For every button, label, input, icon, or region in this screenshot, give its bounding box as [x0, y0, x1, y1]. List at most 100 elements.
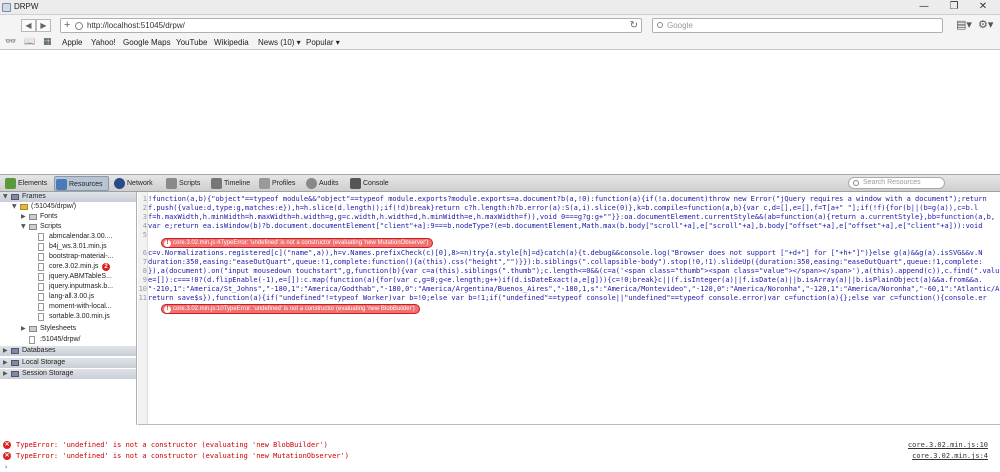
tree-item-label: :51045/drpw/	[40, 336, 81, 343]
line-number: 2	[142, 204, 147, 212]
tree-row[interactable]: ▼ (:51045/drpw/)	[0, 202, 136, 212]
line-number: 1	[142, 195, 147, 203]
minimize-button[interactable]: —	[909, 1, 939, 14]
tree-row[interactable]: ▶ Session Storage	[0, 369, 136, 379]
bookmark-news[interactable]: News (10) ▾	[258, 38, 301, 47]
source-link[interactable]: core.3.02.min.js:4	[912, 451, 988, 461]
reading-list-icon[interactable]: 👓	[5, 37, 16, 47]
tab-elements[interactable]: Elements	[4, 176, 50, 191]
search-resources-placeholder[interactable]: Search Resources	[863, 179, 921, 186]
address-text[interactable]: http://localhost:51045/drpw/	[87, 21, 185, 30]
scripts-icon	[166, 178, 177, 189]
bookmark-google-maps[interactable]: Google Maps	[123, 38, 171, 47]
search-field[interactable]: Google	[652, 18, 943, 33]
line-number: 11	[138, 294, 147, 302]
error-count-badge: 2	[102, 263, 110, 271]
search-resources-field[interactable]: Search Resources	[848, 177, 945, 189]
bookmark-yahoo[interactable]: Yahoo!	[91, 38, 116, 47]
tree-row[interactable]: b4j_ws.3.01.min.js	[0, 242, 136, 252]
bookmark-youtube[interactable]: YouTube	[176, 38, 207, 47]
app-icon	[2, 3, 11, 12]
tree-row[interactable]: abmcalendar.3.00....	[0, 232, 136, 242]
forward-button[interactable]: ▶	[36, 19, 51, 32]
close-button[interactable]: ✕	[968, 1, 998, 14]
tab-console[interactable]: Console	[349, 176, 393, 191]
folder-icon	[29, 214, 37, 220]
tree-item-label: sortable.3.00.min.js	[49, 313, 110, 320]
tab-profiles[interactable]: Profiles	[258, 176, 298, 191]
disclosure-triangle-icon[interactable]: ▼	[3, 192, 8, 202]
tree-row[interactable]: bootstrap-material-...	[0, 252, 136, 262]
tree-row[interactable]: ▶ Fonts	[0, 212, 136, 222]
console-prompt[interactable]: ›	[0, 462, 1000, 472]
tree-row[interactable]: jquery.ABMTableS...	[0, 272, 136, 282]
network-icon	[114, 178, 125, 189]
tree-row[interactable]: jquery.inputmask.b...	[0, 282, 136, 292]
tree-item-label: lang-all.3.00.js	[49, 293, 95, 300]
error-icon: !	[164, 240, 171, 247]
tree-row[interactable]: core.3.02.min.js 2	[0, 262, 136, 272]
file-icon	[38, 283, 44, 291]
console-panel: ✕ TypeError: 'undefined' is not a constru…	[0, 437, 1000, 471]
tree-row[interactable]: sortable.3.00.min.js	[0, 312, 136, 322]
code-text: var e;return ea.isWindow(b)?b.document.d…	[148, 222, 983, 230]
line-number: 10	[138, 285, 147, 293]
inline-error-bubble: ! core.3.02.min.js:10TypeError: 'undefine…	[161, 304, 420, 314]
tree-row[interactable]: ▶ Local Storage	[0, 358, 136, 368]
tab-scripts[interactable]: Scripts	[165, 176, 203, 191]
search-icon	[853, 180, 859, 186]
tab-timeline[interactable]: Timeline	[210, 176, 252, 191]
inline-error-text: core.3.02.min.js:10TypeError: 'undefined…	[173, 306, 415, 312]
source-link[interactable]: core.3.02.min.js:10	[908, 440, 988, 450]
settings-gear-icon[interactable]: ⚙▾	[978, 18, 993, 31]
tree-row[interactable]: ▶ Databases	[0, 346, 136, 356]
disclosure-triangle-icon[interactable]: ▶	[3, 358, 8, 368]
page-menu-icon[interactable]: ▤▾	[956, 18, 972, 31]
bookmark-popular[interactable]: Popular ▾	[306, 38, 340, 47]
top-sites-grid-icon[interactable]: ▦	[43, 37, 52, 47]
resources-icon	[56, 179, 67, 190]
profiles-icon	[259, 178, 270, 189]
line-number: 3	[142, 213, 147, 221]
search-placeholder[interactable]: Google	[667, 21, 693, 30]
console-error-message: ✕ TypeError: 'undefined' is not a constru…	[0, 451, 1000, 461]
audits-icon	[306, 178, 317, 189]
disclosure-triangle-icon[interactable]: ▼	[12, 202, 17, 212]
address-bar[interactable]: + http://localhost:51045/drpw/ ↻	[60, 18, 642, 33]
tab-resources[interactable]: Resources	[54, 176, 109, 191]
bookmarks-book-icon[interactable]: 📖	[24, 37, 35, 47]
bookmark-apple[interactable]: Apple	[62, 38, 82, 47]
error-icon: !	[164, 306, 171, 313]
tree-item-label: moment-with-local...	[49, 303, 112, 310]
code-line: 4var e;return ea.isWindow(b)?b.document.…	[138, 222, 1000, 231]
add-bookmark-icon[interactable]: +	[64, 19, 70, 32]
disclosure-triangle-icon[interactable]: ▶	[3, 369, 8, 379]
tree-row[interactable]: ▼ Scripts	[0, 222, 136, 232]
prompt-icon: ›	[4, 463, 9, 471]
code-text: f=h.maxWidth,h.minWidth=h.maxWidth=h.wid…	[148, 213, 996, 221]
tree-item-label: Session Storage	[22, 370, 74, 377]
disclosure-triangle-icon[interactable]: ▶	[21, 324, 26, 334]
disclosure-triangle-icon[interactable]: ▼	[21, 222, 26, 232]
tab-network[interactable]: Network	[113, 176, 157, 191]
tree-item-label: jquery.ABMTableS...	[49, 273, 112, 280]
code-line: 8}),a(document).on("input mousedown touc…	[138, 267, 1000, 276]
folder-icon	[11, 348, 19, 354]
tree-row[interactable]: :51045/drpw/	[0, 335, 136, 345]
back-button[interactable]: ◀	[21, 19, 36, 32]
source-code-view[interactable]: 1!function(a,b){"object"==typeof module&…	[138, 192, 1000, 425]
disclosure-triangle-icon[interactable]: ▶	[3, 346, 8, 356]
folder-icon	[11, 371, 19, 377]
bookmark-wikipedia[interactable]: Wikipedia	[214, 38, 249, 47]
tree-row[interactable]: ▼ Frames	[0, 192, 136, 202]
tree-row[interactable]: lang-all.3.00.js	[0, 292, 136, 302]
tree-row[interactable]: moment-with-local...	[0, 302, 136, 312]
reload-icon[interactable]: ↻	[630, 19, 638, 32]
code-text: e=[]):c===!0?(d.flipEnable(-1),e=[]):c.m…	[148, 276, 983, 284]
line-number: 7	[142, 258, 147, 266]
disclosure-triangle-icon[interactable]: ▶	[21, 212, 26, 222]
maximize-button[interactable]: ❐	[939, 1, 969, 14]
tab-audits[interactable]: Audits	[305, 176, 341, 191]
tree-row[interactable]: ▶ Stylesheets	[0, 324, 136, 334]
code-text: "-210,1":"America/St_Johns","-180,1":"Am…	[148, 285, 1000, 293]
